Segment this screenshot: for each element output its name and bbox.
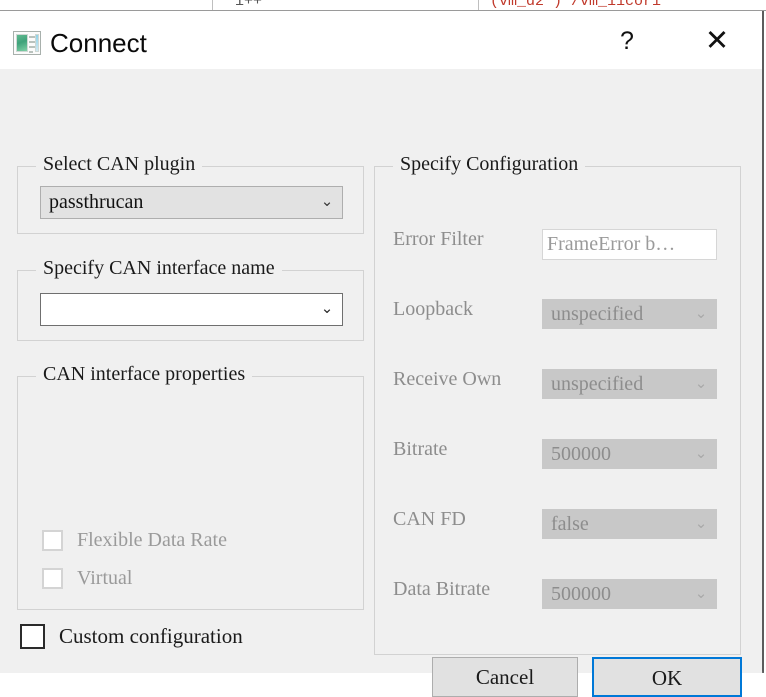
close-icon[interactable]: ✕ [700, 25, 734, 57]
group-specify-configuration: Specify Configuration Error Filter Frame… [374, 153, 741, 655]
group-title-select-can-plugin: Select CAN plugin [36, 153, 203, 176]
chevron-down-icon: ⌄ [694, 585, 708, 602]
ok-button[interactable]: OK [592, 657, 742, 697]
loopback-label: Loopback [393, 298, 473, 320]
loopback-select[interactable]: unspecified ⌄ [542, 299, 717, 329]
connect-dialog: Connect ? ✕ Select CAN plugin passthruca… [0, 11, 764, 697]
checkbox-box [42, 568, 63, 589]
chevron-down-icon: ⌄ [694, 515, 708, 532]
checkbox-box [20, 624, 45, 649]
group-specify-can-interface-name: Specify CAN interface name ⌄ [17, 257, 364, 341]
flexible-data-rate-label: Flexible Data Rate [77, 529, 227, 551]
group-title-specify-configuration: Specify Configuration [393, 153, 586, 176]
can-fd-select-value: false [551, 512, 589, 535]
error-filter-label: Error Filter [393, 228, 484, 250]
chevron-down-icon: ⌄ [694, 375, 708, 392]
background-text-fragment: i++ [235, 0, 263, 10]
background-tab-separator [212, 0, 213, 10]
background-tab-separator [478, 0, 479, 10]
data-bitrate-select-value: 500000 [551, 582, 611, 605]
custom-configuration-label: Custom configuration [59, 624, 243, 648]
virtual-checkbox[interactable]: Virtual [42, 567, 132, 590]
can-fd-select[interactable]: false ⌄ [542, 509, 717, 539]
receive-own-select-value: unspecified [551, 372, 644, 395]
group-title-can-interface-properties: CAN interface properties [36, 363, 253, 386]
background-text-fragment: (vm_d2 ) /vm_11cori [490, 0, 662, 10]
bitrate-select-value: 500000 [551, 442, 611, 465]
data-bitrate-select[interactable]: 500000 ⌄ [542, 579, 717, 609]
virtual-label: Virtual [77, 567, 133, 589]
application-window-icon [13, 31, 41, 55]
chevron-down-icon: ⌄ [694, 445, 708, 462]
bitrate-select[interactable]: 500000 ⌄ [542, 439, 717, 469]
checkbox-box [42, 530, 63, 551]
dialog-title-bar: Connect ? ✕ [0, 11, 762, 69]
chevron-down-icon: ⌄ [320, 194, 334, 210]
group-select-can-plugin: Select CAN plugin passthrucan ⌄ [17, 153, 364, 234]
dialog-body: Select CAN plugin passthrucan ⌄ Specify … [0, 69, 762, 697]
data-bitrate-label: Data Bitrate [393, 578, 491, 600]
custom-configuration-checkbox[interactable]: Custom configuration [20, 624, 243, 649]
cancel-button[interactable]: Cancel [432, 657, 578, 697]
help-icon[interactable]: ? [610, 25, 644, 57]
receive-own-select[interactable]: unspecified ⌄ [542, 369, 717, 399]
error-filter-input[interactable]: FrameError b… [542, 229, 717, 260]
background-app-strip: i++ (vm_d2 ) /vm_11cori [0, 0, 766, 11]
chevron-down-icon: ⌄ [694, 305, 708, 322]
page-title: Connect [50, 28, 147, 58]
group-can-interface-properties: CAN interface properties Flexible Data R… [17, 363, 364, 610]
can-plugin-select[interactable]: passthrucan ⌄ [40, 186, 343, 219]
can-plugin-select-value: passthrucan [49, 191, 144, 213]
loopback-select-value: unspecified [551, 302, 644, 325]
flexible-data-rate-checkbox[interactable]: Flexible Data Rate [42, 529, 227, 552]
can-fd-label: CAN FD [393, 508, 466, 530]
group-title-specify-can-interface-name: Specify CAN interface name [36, 257, 282, 280]
bitrate-label: Bitrate [393, 438, 448, 460]
chevron-down-icon: ⌄ [320, 301, 334, 317]
can-interface-name-combo[interactable]: ⌄ [40, 293, 343, 326]
receive-own-label: Receive Own [393, 368, 502, 390]
